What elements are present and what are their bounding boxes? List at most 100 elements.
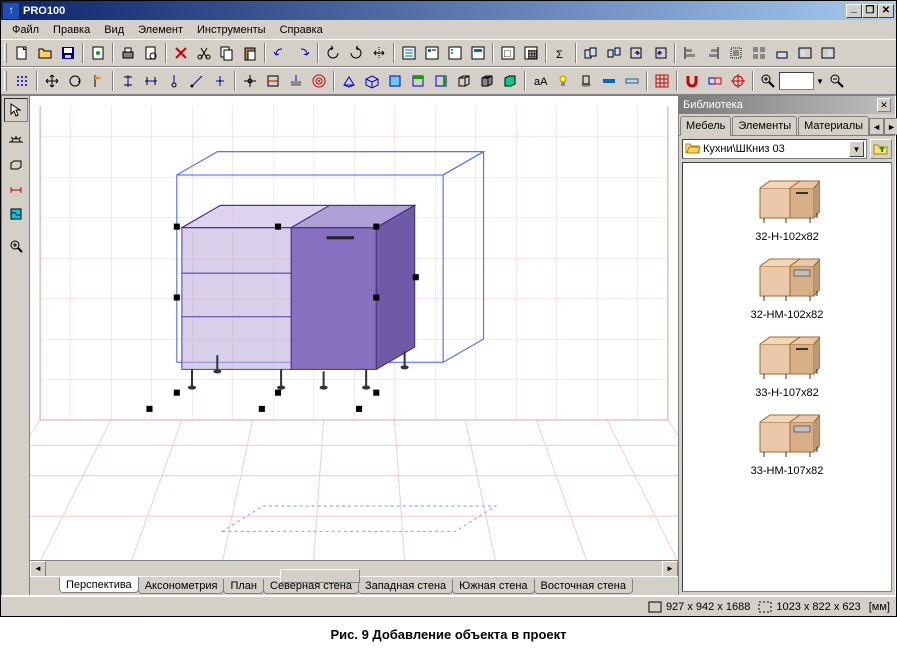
rotate-tool-icon[interactable] — [63, 70, 86, 92]
sigma-icon[interactable]: Σ — [549, 42, 572, 64]
dim-3-icon[interactable] — [162, 70, 185, 92]
rotate-right-icon[interactable] — [344, 42, 367, 64]
report-calc-icon[interactable]: ▦ — [519, 42, 542, 64]
center-icon[interactable] — [238, 70, 261, 92]
texture-tool-icon[interactable] — [4, 202, 28, 226]
shadow-icon[interactable] — [574, 70, 597, 92]
menu-view[interactable]: Вид — [97, 22, 131, 38]
path-dropdown-icon[interactable]: ▼ — [849, 141, 864, 157]
menu-element[interactable]: Элемент — [131, 22, 190, 38]
report-1-icon[interactable] — [397, 42, 420, 64]
dim-2-icon[interactable] — [139, 70, 162, 92]
paste-icon[interactable] — [238, 42, 261, 64]
dimension-tool-icon[interactable] — [4, 178, 28, 202]
tab-axon[interactable]: Аксонометрия — [138, 579, 225, 594]
select-tool-icon[interactable] — [4, 98, 28, 122]
group-enter-icon[interactable] — [625, 42, 648, 64]
grid-red-icon[interactable] — [650, 70, 673, 92]
align-4-icon[interactable] — [747, 42, 770, 64]
zoom-out-icon[interactable] — [826, 70, 849, 92]
menu-help[interactable]: Справка — [273, 22, 330, 38]
close-button[interactable]: ✕ — [878, 4, 894, 18]
target-icon[interactable] — [726, 70, 749, 92]
view-top-icon[interactable] — [383, 70, 406, 92]
tab-plan[interactable]: План — [223, 579, 264, 594]
minimize-button[interactable]: _ — [846, 4, 862, 18]
align-6-icon[interactable] — [793, 42, 816, 64]
save-icon[interactable] — [56, 42, 79, 64]
light-icon[interactable] — [551, 70, 574, 92]
print-preview-icon[interactable] — [139, 42, 162, 64]
print-icon[interactable] — [116, 42, 139, 64]
restore-button[interactable]: ❐ — [862, 4, 878, 18]
view-side-icon[interactable] — [429, 70, 452, 92]
light-tool-icon[interactable] — [4, 130, 28, 154]
view-shade-icon[interactable] — [475, 70, 498, 92]
tab-west[interactable]: Западная стена — [358, 579, 453, 594]
ungroup-icon[interactable] — [602, 42, 625, 64]
tab-perspective[interactable]: Перспектива — [59, 577, 139, 593]
open-file-icon[interactable] — [33, 42, 56, 64]
tab-east[interactable]: Восточная стена — [534, 579, 633, 594]
lib-tab-furniture[interactable]: Мебель — [680, 116, 731, 136]
move-icon[interactable] — [40, 70, 63, 92]
library-close-icon[interactable]: ✕ — [877, 98, 891, 112]
lib-tab-materials[interactable]: Материалы — [798, 116, 869, 135]
group-icon[interactable] — [579, 42, 602, 64]
menu-tools[interactable]: Инструменты — [190, 22, 273, 38]
report-4-icon[interactable] — [466, 42, 489, 64]
tab-scroll-left[interactable]: ◄ — [869, 118, 884, 135]
toggle-1-icon[interactable] — [597, 70, 620, 92]
toggle-2-icon[interactable] — [620, 70, 643, 92]
dim-4-icon[interactable] — [185, 70, 208, 92]
copy-icon[interactable] — [215, 42, 238, 64]
delete-icon[interactable] — [169, 42, 192, 64]
folder-up-button[interactable] — [870, 139, 892, 159]
view-iso-icon[interactable] — [360, 70, 383, 92]
flip-h-icon[interactable] — [367, 42, 390, 64]
align-3-icon[interactable] — [724, 42, 747, 64]
zoom-fit-icon[interactable] — [4, 234, 28, 258]
panel-tool-icon[interactable] — [4, 154, 28, 178]
magnet-icon[interactable] — [680, 70, 703, 92]
align-1-icon[interactable] — [678, 42, 701, 64]
library-item[interactable]: 32-Н-102x82 — [687, 167, 887, 245]
snap-3-icon[interactable] — [284, 70, 307, 92]
redo-icon[interactable] — [291, 42, 314, 64]
view-tex-icon[interactable] — [498, 70, 521, 92]
canvas-3d[interactable] — [30, 96, 678, 560]
view-front-icon[interactable] — [406, 70, 429, 92]
titlebar[interactable]: ↑ PRO100 _ ❐ ✕ — [1, 1, 896, 20]
label-icon[interactable]: aA — [528, 70, 551, 92]
library-panel-title[interactable]: Библиотека ✕ — [679, 96, 895, 114]
tab-scroll-right[interactable]: ► — [884, 118, 897, 135]
align-2-icon[interactable] — [701, 42, 724, 64]
h-scrollbar[interactable]: ◄ ► — [30, 560, 678, 576]
tab-south[interactable]: Южная стена — [452, 579, 534, 594]
lib-tab-elements[interactable]: Элементы — [732, 116, 797, 135]
report-sum-icon[interactable]: □ — [496, 42, 519, 64]
menu-file[interactable]: Файл — [5, 22, 46, 38]
library-item[interactable]: 32-НМ-102x82 — [687, 245, 887, 323]
menu-edit[interactable]: Правка — [46, 22, 97, 38]
dim-5-icon[interactable] — [208, 70, 231, 92]
view-wire-icon[interactable] — [452, 70, 475, 92]
snap-4-icon[interactable] — [307, 70, 330, 92]
align-5-icon[interactable] — [770, 42, 793, 64]
snap-obj-icon[interactable] — [261, 70, 284, 92]
library-path-combo[interactable]: Кухни\ШКниз 03 ▼ — [682, 139, 867, 159]
cut-icon[interactable] — [192, 42, 215, 64]
undo-icon[interactable] — [268, 42, 291, 64]
report-3-icon[interactable] — [443, 42, 466, 64]
library-item[interactable]: 33-Н-107x82 — [687, 323, 887, 401]
zoom-input[interactable] — [779, 72, 814, 90]
view-persp-icon[interactable] — [337, 70, 360, 92]
group-exit-icon[interactable] — [648, 42, 671, 64]
collision-icon[interactable] — [703, 70, 726, 92]
undo-properties-icon[interactable] — [86, 42, 109, 64]
align-7-icon[interactable] — [816, 42, 839, 64]
library-list[interactable]: 32-Н-102x82 32-НМ-102x82 33-Н-107x82 33-… — [682, 162, 892, 592]
library-item[interactable]: 33-НМ-107x82 — [687, 401, 887, 479]
new-file-icon[interactable] — [10, 42, 33, 64]
dim-1-icon[interactable] — [116, 70, 139, 92]
